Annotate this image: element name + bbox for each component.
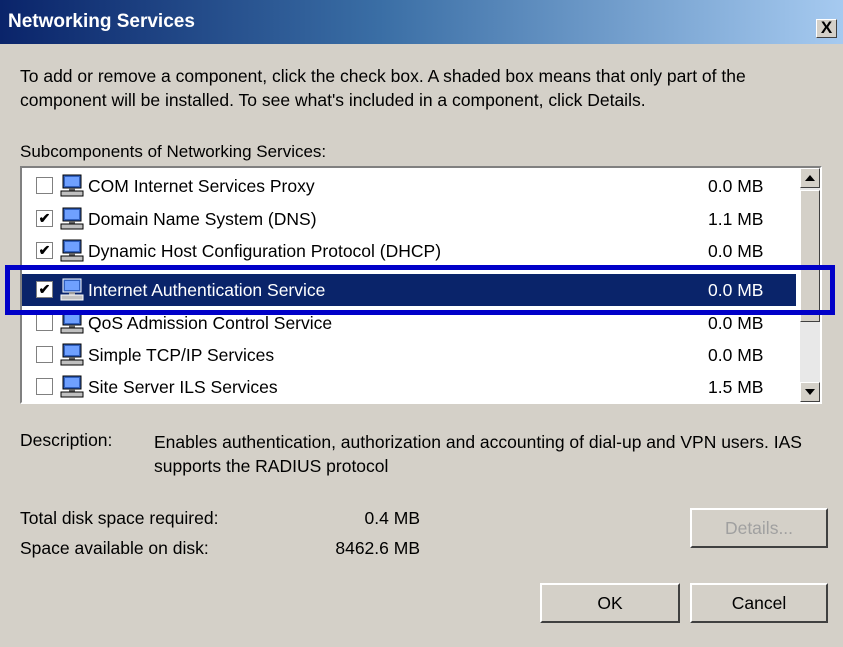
arrow-down-icon bbox=[805, 389, 815, 395]
checkbox[interactable] bbox=[36, 346, 53, 363]
network-computer-icon bbox=[60, 207, 84, 230]
item-label: Dynamic Host Configuration Protocol (DHC… bbox=[88, 241, 442, 261]
item-size: 0.0 MB bbox=[708, 313, 764, 333]
instructions-text: To add or remove a component, click the … bbox=[20, 66, 746, 110]
checkbox[interactable]: ✔ bbox=[36, 210, 53, 227]
description-label: Description: bbox=[20, 430, 113, 450]
window-title: Networking Services bbox=[8, 11, 195, 32]
ok-button[interactable]: OK bbox=[540, 583, 680, 623]
checkbox[interactable]: ✔ bbox=[36, 281, 53, 298]
details-button[interactable]: Details... bbox=[690, 508, 828, 548]
disk-required-label: Total disk space required: bbox=[20, 508, 219, 528]
item-size: 0.0 MB bbox=[708, 241, 764, 261]
title-bar[interactable]: Networking Services X bbox=[0, 0, 843, 44]
list-item[interactable]: Simple TCP/IP Services 0.0 MB bbox=[22, 339, 796, 371]
item-label: Internet Authentication Service bbox=[88, 280, 326, 300]
network-computer-icon bbox=[60, 278, 84, 301]
disk-available-label: Space available on disk: bbox=[20, 538, 209, 558]
checkbox[interactable] bbox=[36, 378, 53, 395]
item-size: 0.0 MB bbox=[708, 280, 764, 300]
cancel-button[interactable]: Cancel bbox=[690, 583, 828, 623]
scroll-down-button[interactable] bbox=[800, 382, 820, 402]
item-size: 1.5 MB bbox=[708, 377, 764, 397]
list-item[interactable]: Site Server ILS Services 1.5 MB bbox=[22, 371, 796, 402]
network-computer-icon bbox=[60, 375, 84, 398]
checkbox[interactable] bbox=[36, 314, 53, 331]
item-size: 1.1 MB bbox=[708, 209, 764, 229]
list-item[interactable]: ✔ Dynamic Host Configuration Protocol (D… bbox=[22, 235, 796, 267]
checkbox[interactable]: ✔ bbox=[36, 242, 53, 259]
networking-services-dialog: Networking Services X To add or remove a… bbox=[0, 0, 843, 647]
list-item[interactable]: COM Internet Services Proxy 0.0 MB bbox=[22, 170, 796, 202]
list-item-selected[interactable]: ✔ Internet Authentication Service 0.0 MB bbox=[22, 274, 796, 306]
network-computer-icon bbox=[60, 343, 84, 366]
close-button[interactable]: X bbox=[816, 19, 837, 38]
disk-required-value: 0.4 MB bbox=[364, 508, 420, 528]
vertical-scrollbar[interactable] bbox=[800, 168, 820, 402]
item-label: Domain Name System (DNS) bbox=[88, 209, 317, 229]
subcomponents-list[interactable]: COM Internet Services Proxy 0.0 MB ✔ Dom… bbox=[20, 166, 822, 404]
scroll-thumb[interactable] bbox=[800, 190, 820, 322]
item-size: 0.0 MB bbox=[708, 176, 764, 196]
list-item[interactable]: QoS Admission Control Service 0.0 MB bbox=[22, 307, 796, 339]
item-label: Simple TCP/IP Services bbox=[88, 345, 275, 365]
arrow-up-icon bbox=[805, 175, 815, 181]
network-computer-icon bbox=[60, 239, 84, 262]
item-label: Site Server ILS Services bbox=[88, 377, 278, 397]
list-item[interactable]: ✔ Domain Name System (DNS) 1.1 MB bbox=[22, 203, 796, 235]
subcomponents-label: Subcomponents of Networking Services: bbox=[20, 142, 327, 161]
checkbox[interactable] bbox=[36, 177, 53, 194]
network-computer-icon bbox=[60, 311, 84, 334]
item-label: QoS Admission Control Service bbox=[88, 313, 333, 333]
item-size: 0.0 MB bbox=[708, 345, 764, 365]
scroll-up-button[interactable] bbox=[800, 168, 820, 188]
description-text: Enables authentication, authorization an… bbox=[154, 432, 802, 476]
disk-available-value: 8462.6 MB bbox=[335, 538, 420, 558]
network-computer-icon bbox=[60, 174, 84, 197]
item-label: COM Internet Services Proxy bbox=[88, 176, 315, 196]
